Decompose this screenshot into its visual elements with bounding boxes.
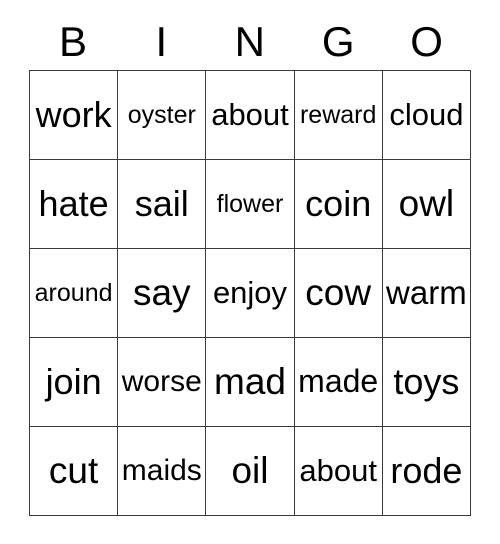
bingo-header-letter-o: O	[410, 18, 444, 65]
bingo-cell-label: mad	[214, 360, 286, 402]
bingo-cell[interactable]: about	[206, 71, 295, 160]
bingo-header-row: BINGO	[29, 14, 471, 70]
bingo-cell[interactable]: mad	[206, 338, 295, 427]
bingo-cell-label: oil	[231, 449, 269, 491]
bingo-cell[interactable]: enjoy	[206, 249, 295, 338]
bingo-header-letter-n: N	[234, 18, 266, 65]
bingo-header-letter-i: I	[155, 18, 168, 65]
bingo-cell-label: about	[299, 452, 377, 488]
bingo-cell-label: cloud	[389, 96, 464, 132]
bingo-cell[interactable]: warm	[382, 249, 471, 338]
bingo-cell-label: flower	[216, 189, 284, 218]
bingo-cell[interactable]: owl	[382, 160, 471, 249]
bingo-cell-label: sail	[134, 183, 189, 225]
bingo-cell-label: cut	[48, 449, 99, 491]
bingo-cell[interactable]: made	[294, 338, 383, 427]
bingo-cell-label: cow	[305, 271, 372, 313]
bingo-cell-label: enjoy	[212, 274, 288, 310]
bingo-cell[interactable]: sail	[118, 160, 207, 249]
bingo-cell-label: rode	[390, 450, 463, 492]
bingo-cell[interactable]: around	[30, 249, 119, 338]
bingo-cell[interactable]: hate	[30, 160, 119, 249]
bingo-cell[interactable]: rode	[382, 427, 471, 516]
bingo-cell[interactable]: maids	[118, 427, 207, 516]
bingo-cell-label: owl	[398, 182, 455, 224]
bingo-cell[interactable]: worse	[118, 338, 207, 427]
bingo-cell-label: hate	[38, 183, 109, 225]
bingo-cell[interactable]: cut	[30, 427, 119, 516]
bingo-cell[interactable]: coin	[294, 160, 383, 249]
bingo-cell[interactable]: cow	[294, 249, 383, 338]
bingo-cell[interactable]: cloud	[382, 71, 471, 160]
bingo-cell-label: made	[298, 363, 379, 400]
bingo-cell-label: coin	[305, 183, 372, 225]
bingo-cell[interactable]: toys	[382, 338, 471, 427]
bingo-header-letter-b: B	[58, 18, 88, 65]
bingo-cell[interactable]: say	[118, 249, 207, 338]
bingo-cell[interactable]: reward	[294, 71, 383, 160]
bingo-cell-label: warm	[386, 273, 467, 311]
bingo-cell-label: oyster	[127, 100, 196, 129]
bingo-cell-label: worse	[121, 365, 202, 399]
bingo-header-letter-g: G	[321, 18, 355, 65]
bingo-cell-label: work	[35, 94, 112, 136]
bingo-grid: work oyster about reward cloud hate sail flower…	[29, 70, 471, 516]
bingo-cell[interactable]: join	[30, 338, 119, 427]
bingo-cell-label: toys	[393, 361, 460, 403]
bingo-cell-label: reward	[299, 100, 377, 129]
bingo-cell[interactable]: oyster	[118, 71, 207, 160]
bingo-cell[interactable]: work	[30, 71, 119, 160]
bingo-cell-label: join	[45, 361, 102, 403]
bingo-cell-label: maids	[121, 454, 202, 488]
bingo-cell[interactable]: about	[294, 427, 383, 516]
bingo-cell[interactable]: oil	[206, 427, 295, 516]
bingo-cell[interactable]: flower	[206, 160, 295, 249]
bingo-cell-label: about	[211, 96, 289, 132]
bingo-card: B I N G O work oyster about reward cloud hate sail…	[0, 0, 500, 544]
bingo-cell-label: around	[34, 278, 113, 307]
bingo-cell-label: say	[133, 271, 191, 313]
